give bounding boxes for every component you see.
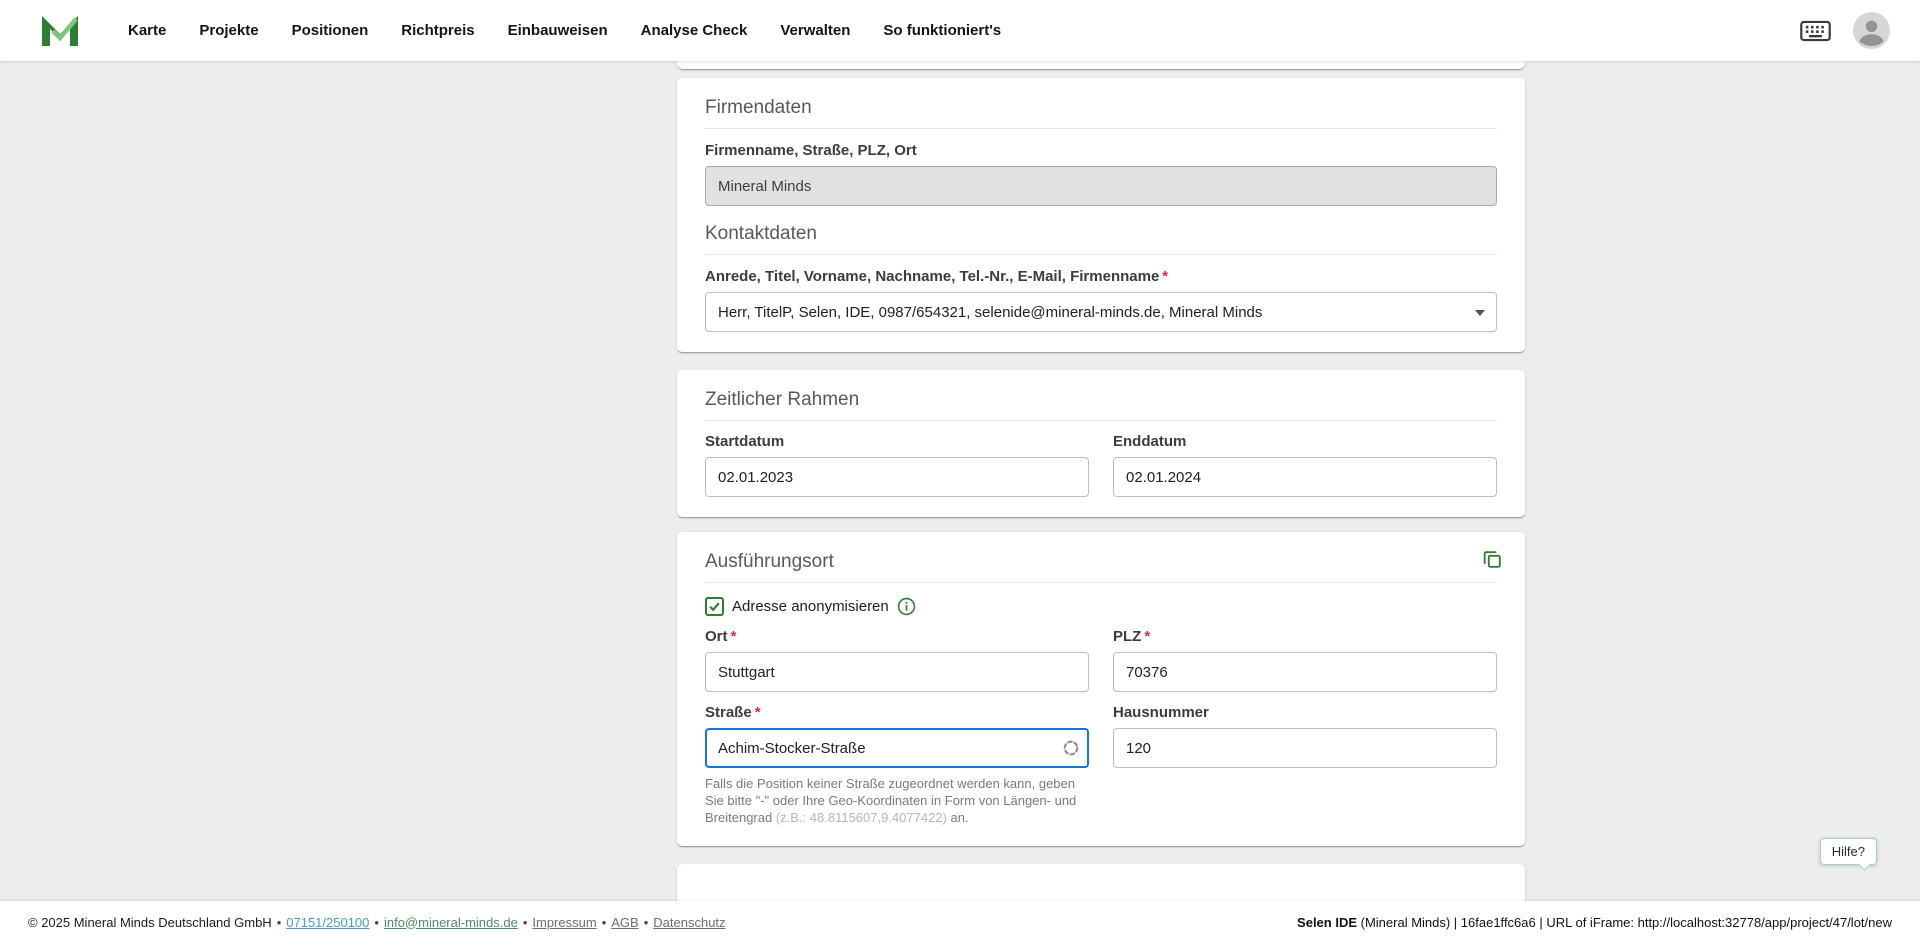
ort-label: Ort * [705, 628, 1089, 646]
required-asterisk: * [730, 628, 737, 645]
footer-email-link[interactable]: info@mineral-minds.de [384, 915, 518, 930]
nav-item-karte[interactable]: Karte [128, 22, 166, 39]
anonymize-label: Adresse anonymisieren [732, 598, 889, 615]
nav-menu: Karte Projekte Positionen Richtpreis Ein… [128, 22, 1001, 39]
chevron-down-icon [1475, 310, 1485, 316]
strasse-input[interactable] [705, 728, 1089, 768]
footer-separator: • [643, 914, 649, 930]
footer: © 2025 Mineral Minds Deutschland GmbH • … [0, 901, 1920, 943]
keyboard-icon[interactable] [1800, 20, 1831, 42]
footer-agb-link[interactable]: AGB [611, 915, 638, 930]
main-content: Firmendaten Firmenname, Straße, PLZ, Ort… [0, 61, 1920, 901]
strasse-helper-text: Falls die Position keiner Straße zugeord… [705, 775, 1089, 826]
required-asterisk: * [754, 704, 761, 721]
enddatum-label: Enddatum [1113, 433, 1187, 450]
strasse-label: Straße * [705, 704, 1089, 722]
anonymize-checkbox[interactable] [705, 597, 724, 616]
section-title-firmendaten: Firmendaten [705, 97, 812, 118]
divider [705, 128, 1497, 129]
section-title-ausfuehrungsort: Ausführungsort [705, 551, 834, 572]
contact-select[interactable]: Herr, TitelP, Selen, IDE, 0987/654321, s… [705, 292, 1497, 332]
footer-separator: • [374, 914, 379, 930]
contact-field-label: Anrede, Titel, Vorname, Nachname, Tel.-N… [705, 268, 1497, 286]
info-icon[interactable] [897, 597, 916, 616]
ort-field: Ort * [705, 628, 1089, 692]
nav-item-verwalten[interactable]: Verwalten [780, 22, 850, 39]
nav-right-actions [1800, 12, 1890, 49]
nav-item-analyse-check[interactable]: Analyse Check [641, 22, 748, 39]
plz-label-text: PLZ [1113, 628, 1142, 645]
nav-item-projekte[interactable]: Projekte [199, 22, 258, 39]
nav-item-richtpreis[interactable]: Richtpreis [401, 22, 474, 39]
footer-phone-link[interactable]: 07151/250100 [286, 915, 369, 930]
ort-label-text: Ort [705, 628, 728, 645]
nav-item-einbauweisen[interactable]: Einbauweisen [508, 22, 608, 39]
company-field-label: Firmenname, Straße, PLZ, Ort [705, 142, 917, 159]
form-column: Firmendaten Firmenname, Straße, PLZ, Ort… [677, 61, 1525, 901]
footer-separator: • [522, 914, 528, 930]
plz-field: PLZ * [1113, 628, 1497, 692]
startdatum-label: Startdatum [705, 433, 785, 450]
top-navigation: Karte Projekte Positionen Richtpreis Ein… [0, 0, 1920, 61]
divider [705, 582, 1497, 583]
help-button[interactable]: Hilfe? [1819, 838, 1877, 865]
section-title-kontaktdaten: Kontaktdaten [705, 223, 817, 244]
footer-ide-details: (Mineral Minds) | 16fae1ffc6a6 | URL of … [1357, 914, 1892, 930]
card-firmendaten: Firmendaten Firmenname, Straße, PLZ, Ort… [677, 78, 1525, 352]
helper-text-part2: an. [946, 810, 969, 825]
startdatum-input[interactable] [705, 457, 1089, 497]
enddatum-input[interactable] [1113, 457, 1497, 497]
loading-spinner-icon [1062, 739, 1080, 757]
contact-select-value: Herr, TitelP, Selen, IDE, 0987/654321, s… [718, 303, 1263, 321]
required-asterisk: * [1144, 628, 1151, 645]
ort-input[interactable] [705, 652, 1089, 692]
contact-label-text: Anrede, Titel, Vorname, Nachname, Tel.-N… [705, 268, 1160, 285]
next-card-partial [677, 864, 1525, 901]
divider [705, 420, 1497, 421]
section-title-zeitraum: Zeitlicher Rahmen [705, 389, 860, 410]
strasse-field: Straße * [705, 704, 1089, 768]
hausnummer-field: Hausnummer [1113, 704, 1497, 768]
company-input [705, 166, 1497, 206]
plz-label: PLZ * [1113, 628, 1497, 646]
footer-separator: • [276, 914, 282, 930]
footer-impressum-link[interactable]: Impressum [532, 915, 596, 930]
previous-card-partial [677, 61, 1525, 69]
card-zeitlicher-rahmen: Zeitlicher Rahmen Startdatum Enddatum [677, 370, 1525, 517]
footer-ide-name: Selen IDE [1297, 914, 1358, 930]
enddatum-field: Enddatum [1113, 433, 1497, 497]
card-ausfuehrungsort: Ausführungsort Adresse anonymisieren Ort… [677, 532, 1525, 846]
mineral-minds-logo-icon[interactable] [40, 14, 80, 48]
strasse-label-text: Straße [705, 704, 752, 721]
copy-icon[interactable] [1481, 548, 1503, 575]
hausnummer-label: Hausnummer [1113, 704, 1209, 721]
footer-datenschutz-link[interactable]: Datenschutz [653, 915, 725, 930]
plz-input[interactable] [1113, 652, 1497, 692]
startdatum-field: Startdatum [705, 433, 1089, 497]
footer-separator: • [601, 914, 607, 930]
divider [705, 254, 1497, 255]
required-asterisk: * [1162, 268, 1169, 285]
helper-text-coords: (z.B.: 48.8115607,9.4077422) [775, 810, 947, 825]
user-avatar[interactable] [1853, 12, 1890, 49]
footer-copyright: © 2025 Mineral Minds Deutschland GmbH [28, 914, 272, 930]
nav-item-positionen[interactable]: Positionen [292, 22, 369, 39]
footer-ide-info: Selen IDE (Mineral Minds) | 16fae1ffc6a6… [1297, 915, 1892, 930]
nav-item-so-funktionierts[interactable]: So funktioniert's [883, 22, 1001, 39]
hausnummer-input[interactable] [1113, 728, 1497, 768]
